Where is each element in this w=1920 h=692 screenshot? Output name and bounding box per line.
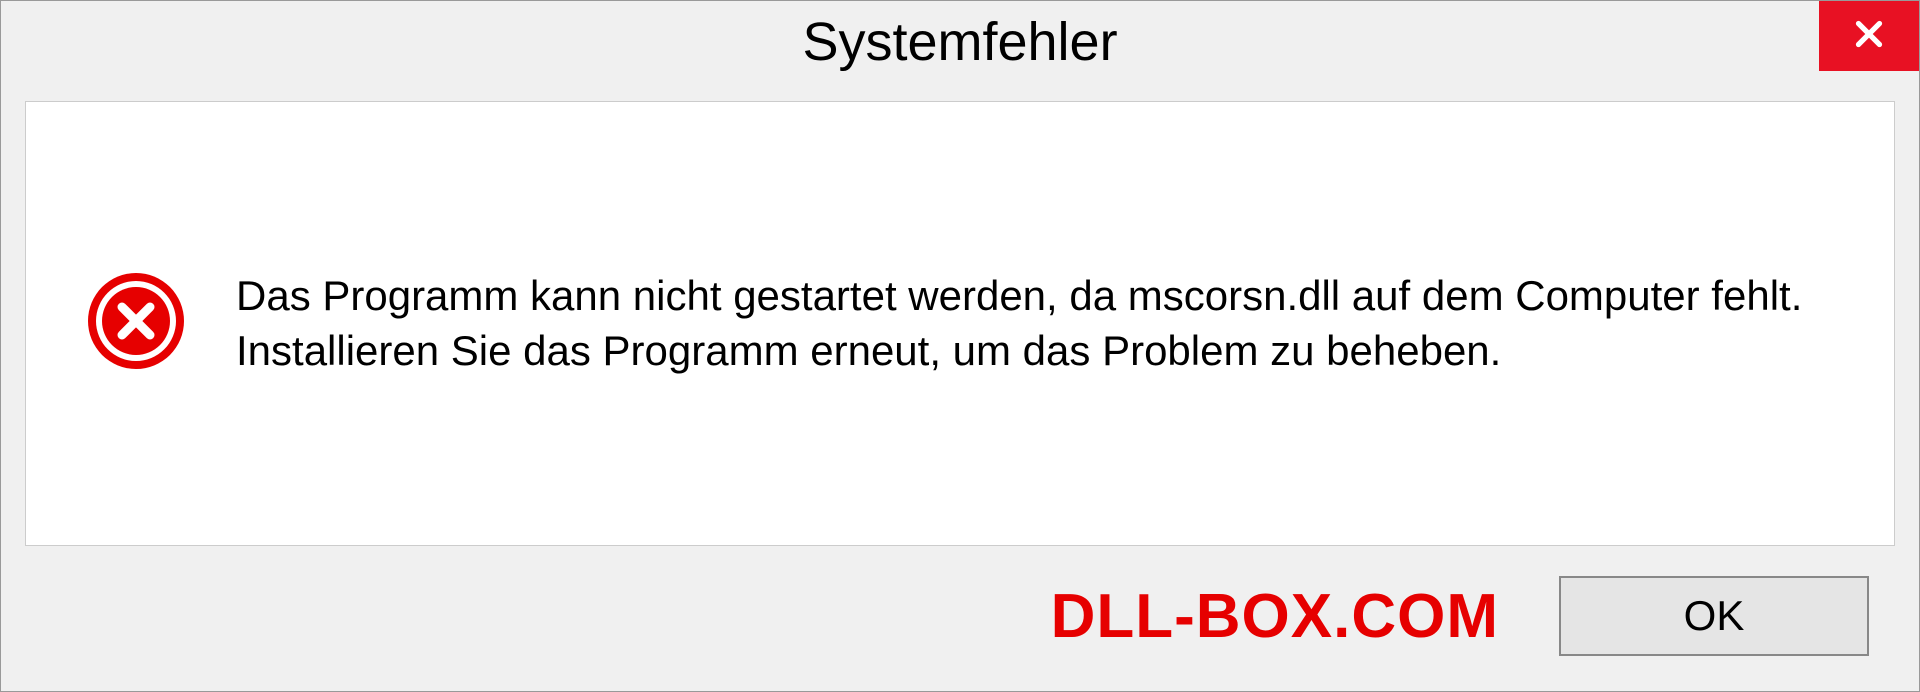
- error-message: Das Programm kann nicht gestartet werden…: [236, 269, 1834, 378]
- watermark-text: DLL-BOX.COM: [1051, 581, 1499, 652]
- content-panel: Das Programm kann nicht gestartet werden…: [25, 101, 1895, 546]
- dialog-footer: DLL-BOX.COM OK: [1, 546, 1919, 691]
- titlebar: Systemfehler: [1, 1, 1919, 91]
- system-error-dialog: Systemfehler Das Programm kann nicht ges…: [0, 0, 1920, 692]
- error-icon: [86, 271, 186, 376]
- close-icon: [1851, 16, 1887, 57]
- close-button[interactable]: [1819, 1, 1919, 71]
- dialog-title: Systemfehler: [802, 11, 1117, 73]
- ok-button[interactable]: OK: [1559, 576, 1869, 656]
